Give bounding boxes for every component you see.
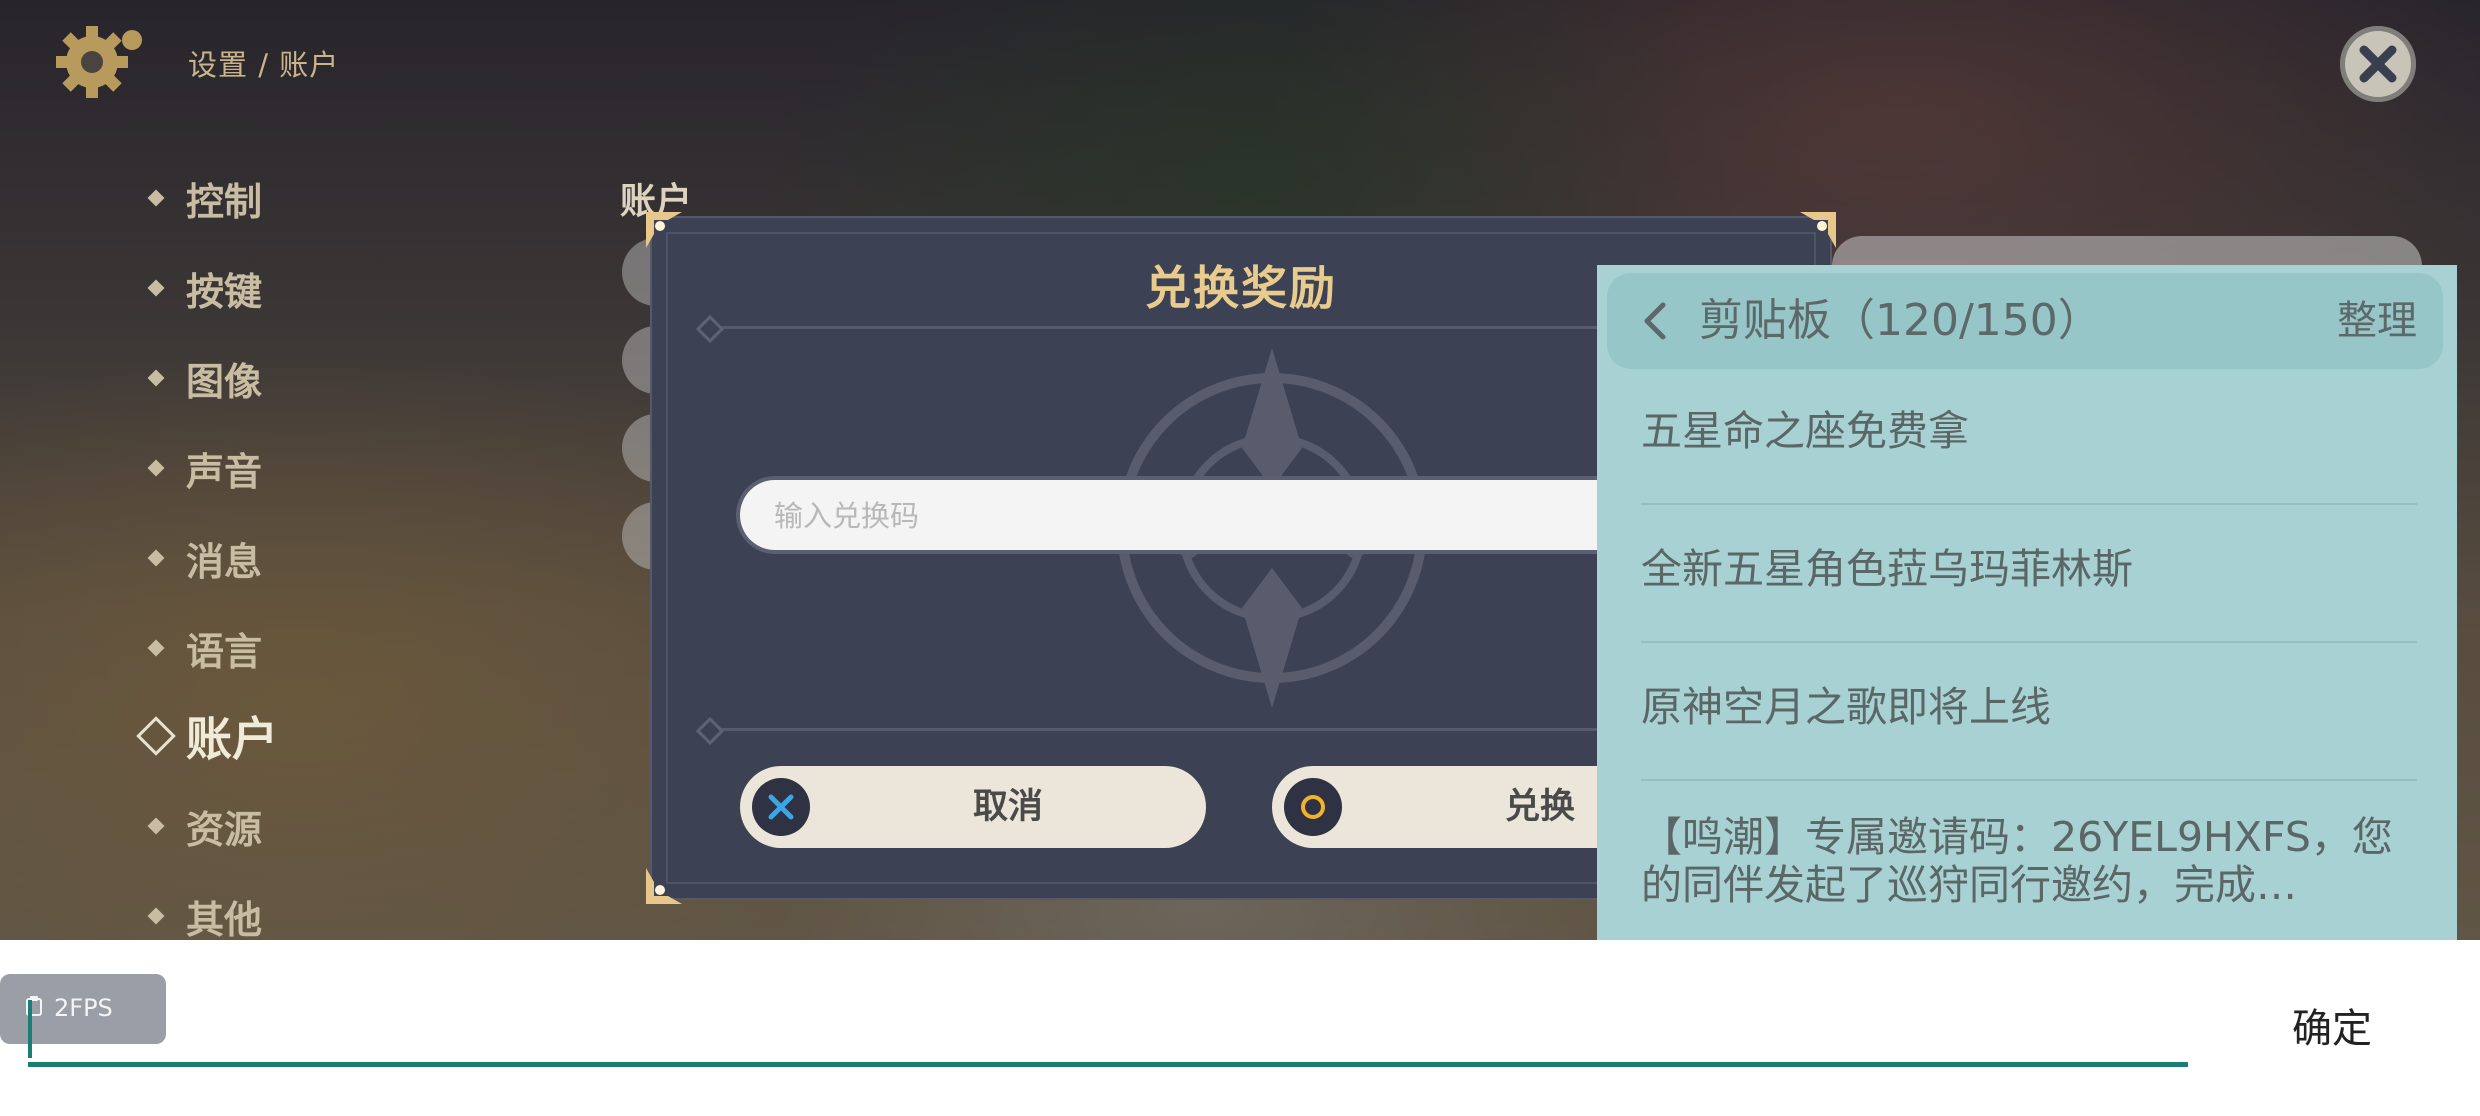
sidebar-item-graphics[interactable]: 图像 xyxy=(147,348,263,408)
redeem-code-input[interactable] xyxy=(772,480,1476,552)
corner-ornament-icon xyxy=(646,212,682,248)
diamond-outline-icon xyxy=(136,716,176,756)
clipboard-manage-button[interactable]: 整理 xyxy=(2337,273,2417,369)
sidebar-item-label: 图像 xyxy=(186,359,263,404)
chevron-left-icon[interactable] xyxy=(1635,299,1675,343)
sidebar-item-audio[interactable]: 声音 xyxy=(147,438,263,498)
sidebar-item-label: 资源 xyxy=(186,807,263,852)
divider xyxy=(1641,779,2417,781)
clipboard-title: 剪贴板（120/150） xyxy=(1699,295,2102,346)
divider xyxy=(1641,503,2417,505)
clipboard-item[interactable]: 【鸣潮】专属邀请码：26YEL9HXFS，您的同伴发起了巡狩同行邀约，完成… xyxy=(1641,813,2421,909)
divider xyxy=(1641,641,2417,643)
cancel-button[interactable]: 取消 xyxy=(740,766,1206,848)
clipboard-header: 剪贴板（120/150） 整理 xyxy=(1607,273,2443,369)
sidebar-item-label: 按键 xyxy=(186,269,263,314)
sidebar-item-keys[interactable]: 按键 xyxy=(147,258,263,318)
sidebar-item-messages[interactable]: 消息 xyxy=(147,528,263,588)
sidebar-item-label: 账户 xyxy=(186,712,278,766)
sidebar-item-label: 声音 xyxy=(186,449,263,494)
diamond-icon xyxy=(147,639,165,657)
diamond-icon xyxy=(147,189,165,207)
cancel-label: 取消 xyxy=(972,787,1043,827)
sidebar-item-control[interactable]: 控制 xyxy=(147,168,263,228)
confirm-button[interactable]: 确定 xyxy=(2262,994,2402,1064)
breadcrumb: 设置 / 账户 xyxy=(188,48,340,82)
diamond-icon xyxy=(147,907,165,925)
sidebar-item-account[interactable]: 账户 xyxy=(136,706,278,766)
close-button[interactable] xyxy=(2340,26,2416,102)
input-underline xyxy=(28,1062,2188,1067)
corner-ornament-icon xyxy=(646,868,682,904)
clipboard-item[interactable]: 全新五星角色菈乌玛菲林斯 xyxy=(1641,545,2421,593)
diamond-icon xyxy=(147,817,165,835)
sidebar-item-label: 消息 xyxy=(186,539,263,584)
sidebar-item-resources[interactable]: 资源 xyxy=(147,796,263,856)
corner-ornament-icon xyxy=(1800,212,1836,248)
diamond-icon xyxy=(147,459,165,477)
sidebar-item-other[interactable]: 其他 xyxy=(147,886,263,941)
cross-icon xyxy=(752,778,810,836)
diamond-icon xyxy=(147,549,165,567)
sidebar-item-label: 其他 xyxy=(186,897,263,941)
text-caret xyxy=(28,1000,32,1058)
clipboard-panel: 剪贴板（120/150） 整理 五星命之座免费拿 全新五星角色菈乌玛菲林斯 原神… xyxy=(1597,265,2457,940)
sidebar-item-language[interactable]: 语言 xyxy=(147,618,263,678)
diamond-icon xyxy=(147,279,165,297)
sidebar-item-label: 控制 xyxy=(186,179,263,224)
diamond-icon xyxy=(147,369,165,387)
sidebar-item-label: 语言 xyxy=(186,629,263,674)
gear-icon[interactable] xyxy=(52,22,148,102)
clipboard-item[interactable]: 原神空月之歌即将上线 xyxy=(1641,683,2421,731)
close-icon xyxy=(2359,45,2397,83)
circle-icon xyxy=(1284,778,1342,836)
ime-text-input[interactable] xyxy=(30,990,2190,1064)
clipboard-item[interactable]: 五星命之座免费拿 xyxy=(1641,407,2421,455)
